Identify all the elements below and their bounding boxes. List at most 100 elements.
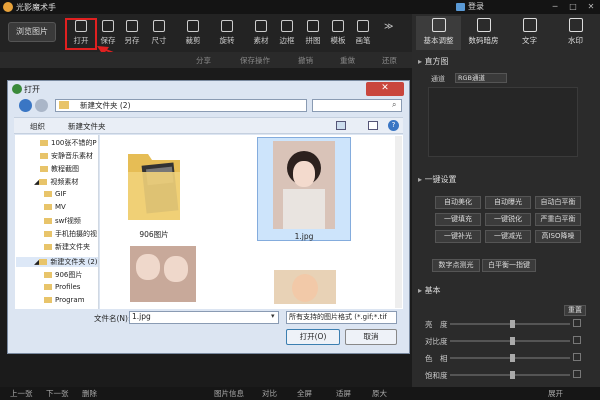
template-button[interactable]: 模板 (325, 18, 351, 50)
tree-item[interactable]: 906图片 (44, 270, 82, 280)
expand-button[interactable]: 展开 (548, 387, 563, 400)
delete-button[interactable]: 删除 (82, 387, 97, 400)
hue-label: 色 相 (425, 354, 448, 363)
brightness-knob[interactable] (510, 320, 515, 328)
organize-menu[interactable]: 组织 (30, 121, 45, 132)
tab-watermark[interactable]: 水印 (553, 16, 598, 50)
dialog-cancel-button[interactable]: 取消 (345, 329, 397, 345)
tree-item[interactable]: Profiles (44, 283, 80, 291)
tree-item[interactable]: Program (44, 296, 85, 304)
compare-button[interactable]: 对比 (262, 387, 277, 400)
contrast-check[interactable] (573, 336, 581, 344)
material-button[interactable]: 素材 (248, 18, 274, 50)
tree-item[interactable]: ◢ 视频素材 (34, 177, 78, 187)
saturation-check[interactable] (573, 370, 581, 378)
tree-item[interactable]: 安静音乐素材 (40, 151, 93, 161)
annotate-button[interactable]: 画笔 (350, 18, 376, 50)
reset-button[interactable]: 重置 (564, 305, 586, 316)
back-icon[interactable] (19, 99, 32, 112)
folder-name[interactable]: 906图片 (118, 229, 190, 240)
spot-metering-button[interactable]: 数字点测光 (432, 259, 480, 272)
fullscreen-button[interactable]: 全屏 (297, 387, 312, 400)
original-size-button[interactable]: 原大 (372, 387, 387, 400)
redo-button[interactable]: 重做 (340, 55, 355, 66)
tab-digital-darkroom[interactable]: 数码暗房 (461, 16, 506, 50)
image-info-button[interactable]: 图片信息 (214, 387, 244, 400)
tab-basic-adjust[interactable]: 基本调整 (416, 16, 461, 50)
login-link[interactable]: 登录 (468, 1, 484, 12)
close-icon[interactable]: ✕ (584, 1, 598, 12)
new-folder-button[interactable]: 新建文件夹 (68, 121, 106, 132)
tree-item[interactable]: 100张不错的P (40, 138, 97, 148)
search-icon[interactable]: ⌕ (392, 100, 396, 110)
reduce-light-button[interactable]: 一键减光 (485, 230, 531, 243)
section-basic[interactable]: 基本 (418, 285, 441, 296)
border-button[interactable]: 边框 (274, 18, 300, 50)
iso-denoise-button[interactable]: 高ISO降噪 (535, 230, 581, 243)
dialog-open-button[interactable]: 打开(O) (286, 329, 340, 345)
saved-ops-button[interactable]: 保存操作 (240, 55, 270, 66)
filename-value[interactable]: 1.jpg (132, 312, 151, 321)
title-bar (0, 0, 600, 14)
filename-dropdown-icon[interactable]: ▾ (271, 312, 275, 320)
fill-light-button[interactable]: 一键补光 (435, 230, 481, 243)
saturation-slider[interactable] (450, 371, 570, 379)
size-icon (153, 20, 165, 32)
browse-button[interactable]: 浏览图片 (8, 22, 56, 42)
saturation-knob[interactable] (510, 371, 515, 379)
file-name[interactable]: 1.jpg (257, 232, 351, 241)
fit-screen-button[interactable]: 适屏 (336, 387, 351, 400)
maximize-icon[interactable]: □ (566, 1, 580, 12)
channel-select[interactable]: RGB通道 (455, 73, 507, 83)
auto-beautify-button[interactable]: 自动美化 (435, 196, 481, 209)
restore-button[interactable]: 还原 (382, 55, 397, 66)
collage-button[interactable]: 拼图 (300, 18, 326, 50)
file-type-value[interactable]: 所有支持的图片格式 (*.gif;*.tif (289, 312, 389, 322)
tab-text[interactable]: 文字 (507, 16, 552, 50)
tree-item[interactable]: swf视频 (44, 216, 81, 226)
filename-input[interactable] (129, 311, 279, 324)
brightness-check[interactable] (573, 319, 581, 327)
contrast-slider[interactable] (450, 337, 570, 345)
preview-pane-icon[interactable] (368, 121, 378, 130)
hue-check[interactable] (573, 353, 581, 361)
tree-item-selected[interactable]: ◢ 新建文件夹 (2) (34, 257, 98, 267)
sharpen-button[interactable]: 一键锐化 (485, 213, 531, 226)
address-path[interactable]: 新建文件夹 (2) (80, 100, 131, 111)
forward-icon[interactable] (35, 99, 48, 112)
auto-white-balance-button[interactable]: 自动白平衡 (535, 196, 581, 209)
tree-item[interactable]: MV (44, 203, 66, 211)
view-icon[interactable] (336, 121, 346, 130)
wb-pick-button[interactable]: 白平衡一指键 (482, 259, 536, 272)
hue-knob[interactable] (510, 354, 515, 362)
more-icon[interactable]: ≫ (384, 22, 393, 32)
face-shape (292, 274, 318, 302)
crop-button[interactable]: 裁剪 (180, 18, 206, 50)
auto-exposure-button[interactable]: 自动曝光 (485, 196, 531, 209)
contrast-knob[interactable] (510, 337, 515, 345)
user-icon[interactable] (456, 3, 465, 11)
camera-icon (476, 18, 491, 32)
file-list-scrollbar[interactable] (395, 136, 402, 308)
share-button[interactable]: 分享 (196, 55, 211, 66)
next-button[interactable]: 下一张 (46, 387, 69, 400)
severe-wb-button[interactable]: 严重白平衡 (535, 213, 581, 226)
dialog-title: 打开 (24, 85, 40, 94)
tree-item[interactable]: 新建文件夹 (44, 242, 90, 252)
section-oneclick[interactable]: 一键设置 (418, 174, 457, 185)
minimize-icon[interactable]: ─ (548, 1, 562, 12)
brightness-slider[interactable] (450, 320, 570, 328)
tree-item[interactable]: 手机拍摄的视 (44, 229, 97, 239)
tree-item[interactable]: GIF (44, 190, 67, 198)
section-histogram[interactable]: 直方图 (418, 56, 449, 67)
hue-slider[interactable] (450, 354, 570, 362)
tree-item[interactable]: 教程截图 (40, 164, 79, 174)
fill-button[interactable]: 一键填充 (435, 213, 481, 226)
rotate-button[interactable]: 旋转 (214, 18, 240, 50)
folder-item[interactable] (118, 142, 190, 228)
undo-button[interactable]: 撤销 (298, 55, 313, 66)
prev-button[interactable]: 上一张 (10, 387, 33, 400)
dialog-close-icon[interactable]: ✕ (366, 82, 404, 96)
help-icon[interactable]: ? (388, 120, 399, 131)
search-input[interactable] (312, 99, 402, 112)
